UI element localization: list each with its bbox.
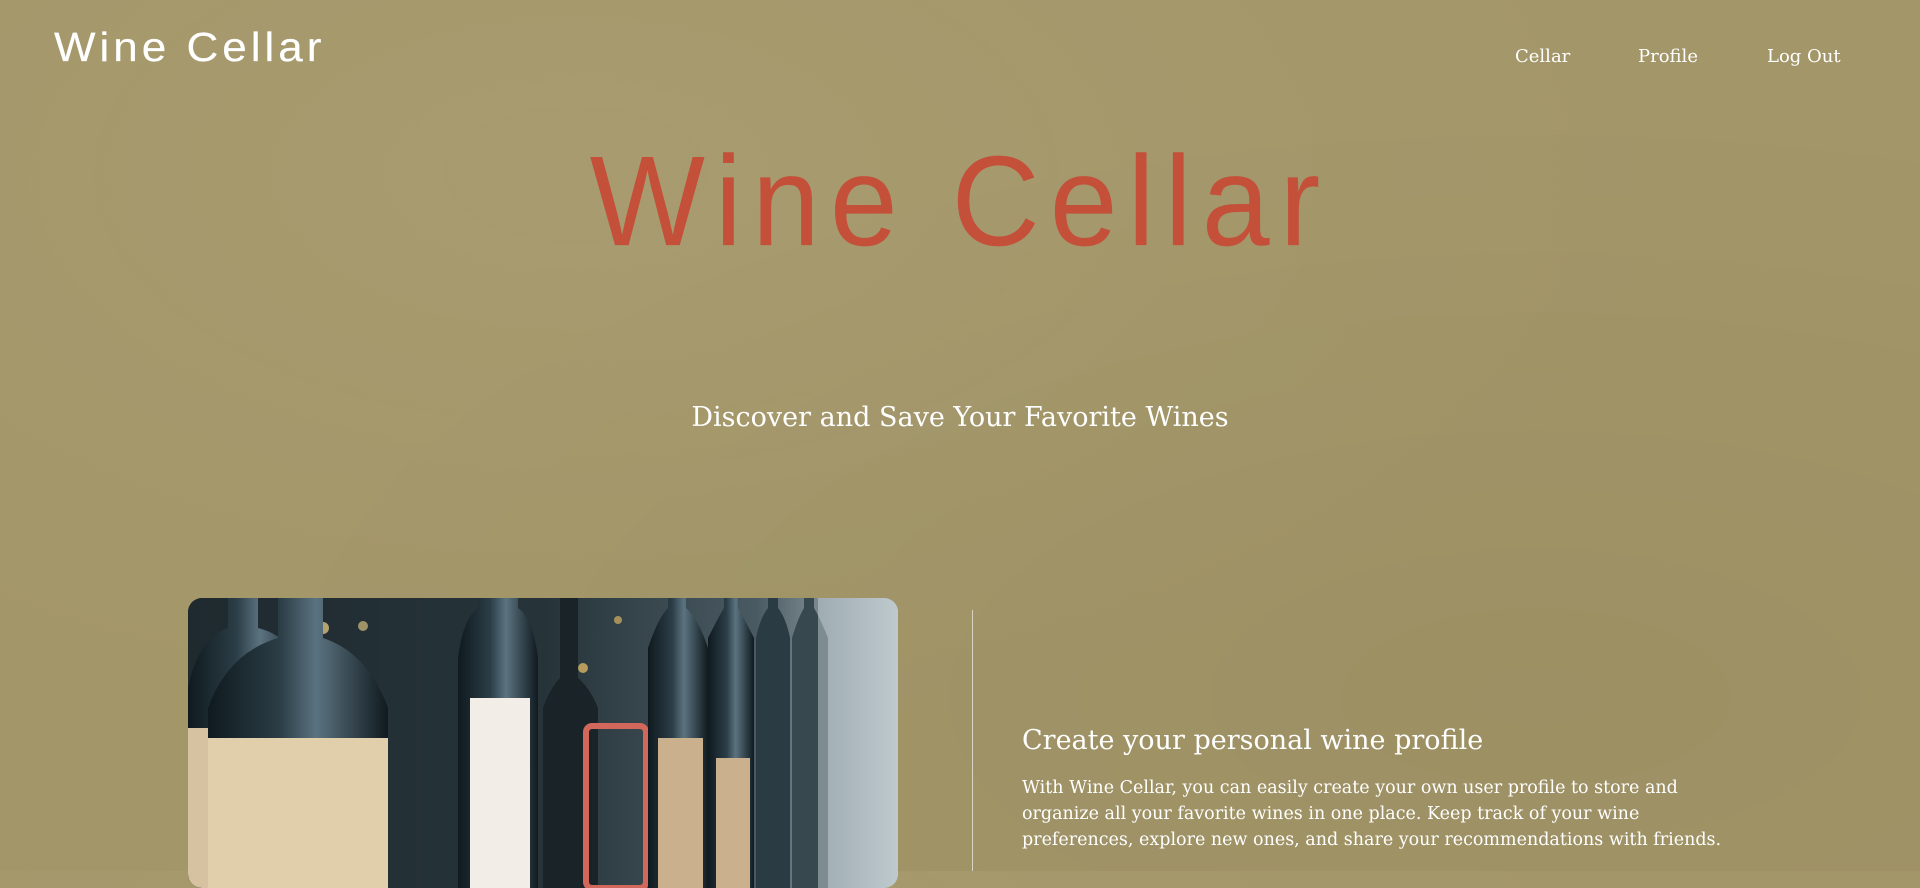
- wine-bottles-image: [188, 598, 898, 888]
- nav-link-cellar[interactable]: Cellar: [1515, 48, 1570, 66]
- feature-description: With Wine Cellar, you can easily create …: [1022, 778, 1722, 850]
- wine-bottles-illustration: [188, 598, 898, 888]
- section-divider: [972, 610, 973, 871]
- feature-heading: Create your personal wine profile: [1022, 725, 1484, 756]
- nav-link-log-out[interactable]: Log Out: [1767, 48, 1841, 66]
- main-nav: Cellar Profile Log Out: [0, 48, 1920, 78]
- nav-link-profile[interactable]: Profile: [1638, 48, 1698, 66]
- hero-title: Wine Cellar: [589, 129, 1331, 273]
- hero-subtitle: Discover and Save Your Favorite Wines: [691, 402, 1229, 433]
